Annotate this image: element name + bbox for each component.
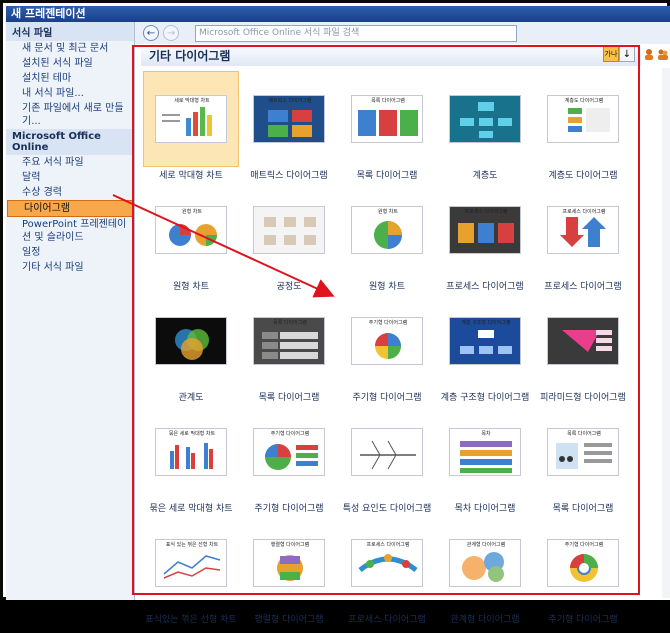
annotation-arrow — [112, 194, 335, 298]
template-label: 표식있는 꺾은 선형 차트 — [145, 615, 237, 625]
template-label: 행렬형 다이어그램 — [254, 615, 324, 625]
template-label: 관계형 다이어그램 — [450, 615, 520, 625]
template-label: 프로세스 다이어그램 — [348, 615, 426, 625]
dialog-frame: 새 프레젠테이션 서식 파일 새 문서 및 최근 문서 설치된 서식 파일 설치된 … — [0, 0, 670, 625]
template-label: 주기형 다이어그램 — [548, 615, 618, 625]
